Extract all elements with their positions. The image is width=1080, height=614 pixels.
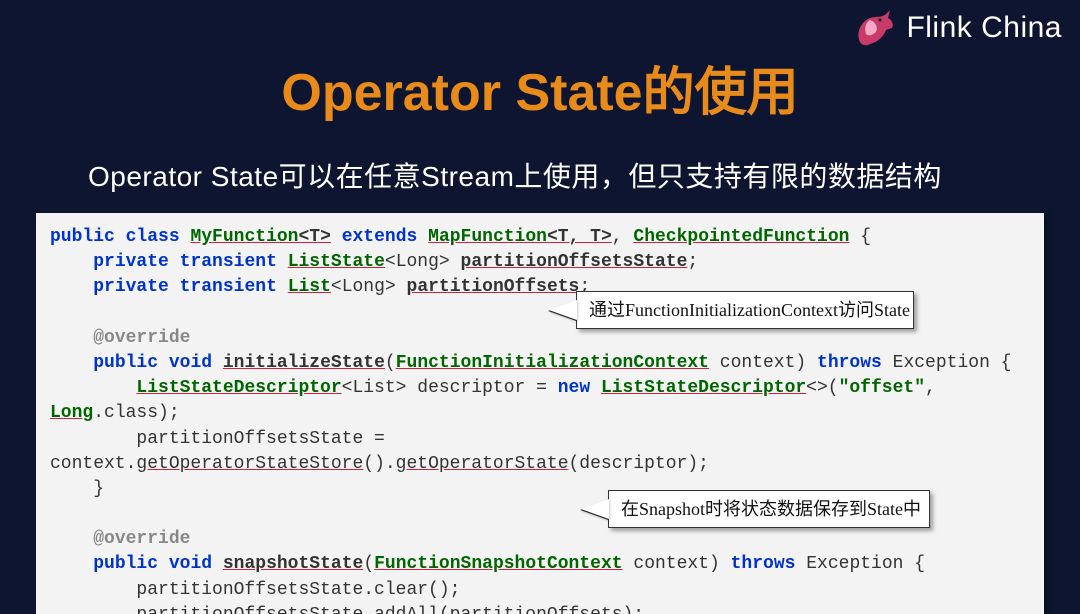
code-block: public class MyFunction<T> extends MapFu… [36,213,1044,614]
str-offset: "offset" [839,378,925,398]
line-addall-pre: partitionOffsetsState. [50,605,374,614]
cls-fsc: FunctionSnapshotContext [374,554,622,574]
callout-init-state: 通过FunctionInitializationContext访问State [576,291,914,329]
kw-new: new [558,378,590,398]
kw-private2: private [93,277,169,297]
callout-tail-icon [549,300,577,320]
cls-fic: FunctionInitializationContext [396,353,709,373]
kw-public: public [50,227,115,247]
cls-myfunction: MyFunction [190,227,298,247]
kw-void: void [169,353,212,373]
kw-throws: throws [817,353,882,373]
cls-lsd2: ListStateDescriptor [601,378,806,398]
cls-list: List [288,277,331,297]
flink-squirrel-icon [852,6,896,50]
var-pos: partitionOffsetsState [461,252,688,272]
p-context2: context [633,554,709,574]
gen-tt: <T, T> [547,227,612,247]
var-po: partitionOffsets [407,277,580,297]
kw-private: private [93,252,169,272]
kw-class: class [126,227,180,247]
kw-throws2: throws [731,554,796,574]
line-clear: partitionOffsetsState.clear(); [50,580,460,600]
gen-long2: <Long> [331,277,396,297]
tail-desc: (descriptor); [569,454,709,474]
kw-transient2: transient [180,277,277,297]
cls-liststate: ListState [288,252,385,272]
cls-lsd: ListStateDescriptor [136,378,341,398]
kw-extends: extends [342,227,418,247]
gen-list: <List> [342,378,407,398]
v-desc: descriptor [417,378,525,398]
callout-tail-icon [581,499,609,519]
brand-name: Flink China [906,11,1062,45]
m-init: initializeState [223,353,385,373]
m-addall: addAll [374,605,439,614]
brand-logo: Flink China [852,6,1062,50]
kw-public2: public [93,353,158,373]
callout-snapshot: 在Snapshot时将状态数据保存到State中 [608,490,930,528]
cls-mapfunction: MapFunction [428,227,547,247]
m-gos: getOperatorState [396,454,569,474]
line-addall-post: (partitionOffsets); [439,605,644,614]
p-context: context [720,353,796,373]
dotclass: .class); [93,403,179,423]
callout-text-1: 通过FunctionInitializationContext访问State [589,300,910,320]
kw-public3: public [93,554,158,574]
cls-checkpointedfunction: CheckpointedFunction [633,227,849,247]
cls-long: Long [50,403,93,423]
m-goss: getOperatorStateStore [136,454,363,474]
override2: @override [93,529,190,549]
override1: @override [93,328,190,348]
gen-t: <T> [298,227,330,247]
gen-long: <Long> [385,252,450,272]
slide-subtitle: Operator State可以在任意Stream上使用，但只支持有限的数据结构 [0,125,1080,213]
kw-void2: void [169,554,212,574]
line-ctx: context. [50,454,136,474]
line-assign: partitionOffsetsState = [50,429,385,449]
cls-exception: Exception [893,353,990,373]
callout-text-2: 在Snapshot时将状态数据保存到State中 [621,499,921,519]
kw-transient: transient [180,252,277,272]
cls-exception2: Exception [806,554,903,574]
m-snapshot: snapshotState [223,554,363,574]
